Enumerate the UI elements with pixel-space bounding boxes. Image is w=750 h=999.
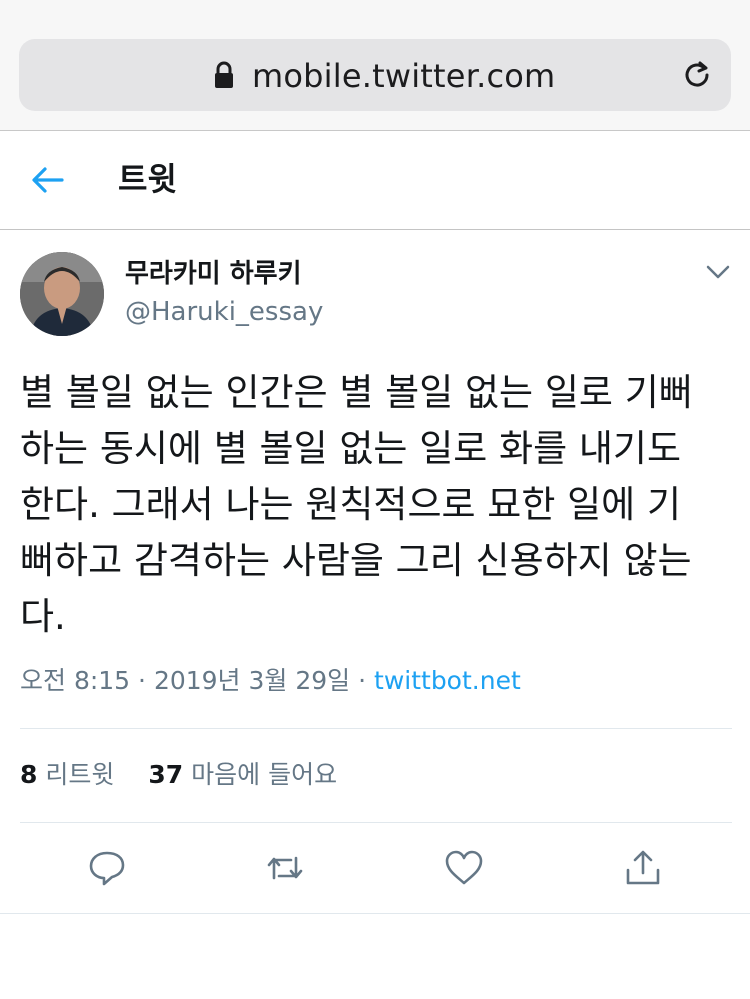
divider xyxy=(0,913,750,914)
back-arrow-icon[interactable] xyxy=(30,165,66,195)
retweet-icon[interactable] xyxy=(265,848,305,888)
page-title: 트윗 xyxy=(118,160,177,198)
user-handle[interactable]: @Haruki_essay xyxy=(125,296,323,328)
avatar[interactable] xyxy=(20,252,104,336)
tweet-meta: 오전 8:15 · 2019년 3월 29일 · twittbot.net xyxy=(20,664,521,698)
tweet-time: 오전 8:15 xyxy=(20,666,131,695)
tweet-stats: 8 리트윗 37 마음에 들어요 xyxy=(20,758,337,792)
nav-header: 트윗 xyxy=(0,131,750,230)
tweet-source-link[interactable]: twittbot.net xyxy=(374,666,521,695)
share-icon[interactable] xyxy=(623,848,663,888)
lock-icon xyxy=(214,61,234,89)
meta-separator: · xyxy=(350,666,375,695)
tweet-date: 2019년 3월 29일 xyxy=(153,666,351,695)
divider xyxy=(20,728,732,729)
reload-icon[interactable] xyxy=(680,58,714,92)
retweet-label[interactable]: 리트윗 xyxy=(45,760,114,789)
retweet-count[interactable]: 8 xyxy=(20,760,37,789)
meta-separator: · xyxy=(130,666,154,695)
divider xyxy=(20,822,732,823)
tweet-text: 별 볼일 없는 인간은 별 볼일 없는 일로 기뻐 하는 동시에 별 볼일 없는… xyxy=(20,371,693,638)
chevron-down-icon[interactable] xyxy=(706,264,730,280)
browser-bar: mobile.twitter.com xyxy=(0,0,750,131)
heart-icon[interactable] xyxy=(444,848,484,888)
like-count[interactable]: 37 xyxy=(148,760,183,789)
reply-icon[interactable] xyxy=(87,848,127,888)
url-text[interactable]: mobile.twitter.com xyxy=(252,56,555,96)
display-name[interactable]: 무라카미 하루키 xyxy=(125,258,302,290)
like-label[interactable]: 마음에 들어요 xyxy=(191,760,337,789)
